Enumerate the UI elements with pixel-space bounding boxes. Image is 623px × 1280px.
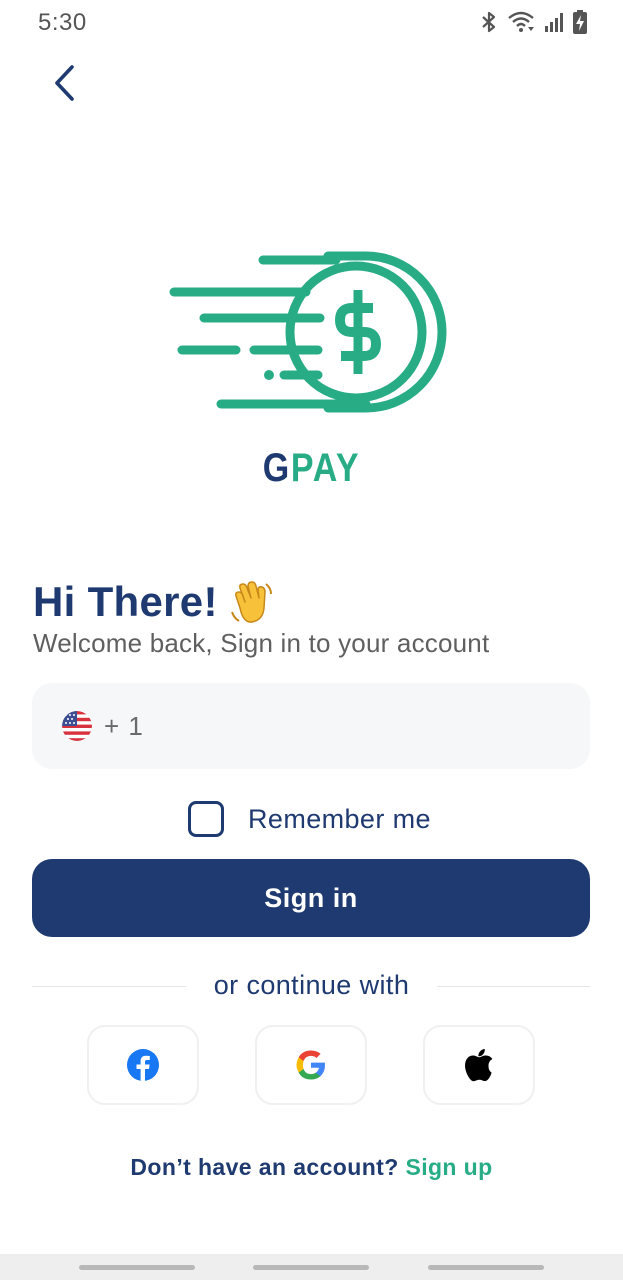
remember-me[interactable]: Remember me — [188, 801, 431, 837]
apple-icon — [464, 1049, 493, 1082]
page-title: Hi There! — [33, 578, 218, 625]
google-login-button[interactable] — [255, 1025, 367, 1105]
remember-me-checkbox[interactable] — [188, 801, 224, 837]
bluetooth-icon — [482, 11, 496, 33]
status-icons — [480, 10, 587, 34]
sign-up-link[interactable]: Sign up — [405, 1154, 492, 1180]
status-time: 5:30 — [38, 9, 87, 36]
brand-name-rest: PAY — [290, 446, 361, 490]
status-bar: 5:30 — [0, 0, 623, 44]
chevron-left-icon — [55, 65, 74, 101]
phone-input[interactable] — [143, 683, 590, 769]
battery-charging-icon — [573, 10, 587, 34]
nav-back-button[interactable] — [428, 1265, 544, 1270]
signal-icon — [545, 13, 563, 32]
phone-field[interactable]: + 1 — [32, 683, 590, 769]
google-icon — [296, 1050, 325, 1080]
sign-in-screen: 5:30 GPAY Hi There! Welcome back, Sign i… — [0, 0, 623, 1280]
gpay-logo — [169, 251, 447, 413]
signup-prompt: Don’t have an account? — [130, 1154, 399, 1180]
waving-hand-icon — [230, 581, 272, 623]
us-flag-icon[interactable] — [62, 711, 92, 741]
signup-row: Don’t have an account? Sign up — [0, 1154, 623, 1181]
wifi-icon — [508, 11, 534, 32]
apple-login-button[interactable] — [423, 1025, 535, 1105]
nav-recents-button[interactable] — [79, 1265, 195, 1270]
facebook-icon — [127, 1049, 159, 1081]
greeting: Hi There! — [33, 578, 276, 626]
page-subtitle: Welcome back, Sign in to your account — [33, 628, 490, 658]
divider-line-right — [437, 986, 590, 987]
system-nav-bar — [0, 1254, 623, 1280]
back-button[interactable] — [42, 60, 86, 106]
facebook-login-button[interactable] — [87, 1025, 199, 1105]
nav-home-button[interactable] — [253, 1265, 369, 1270]
country-code[interactable]: + 1 — [104, 711, 144, 742]
brand-name-first: G — [262, 446, 291, 490]
brand-name: GPAY — [47, 446, 577, 491]
sign-in-button[interactable]: Sign in — [32, 859, 590, 937]
remember-me-label[interactable]: Remember me — [248, 804, 431, 835]
